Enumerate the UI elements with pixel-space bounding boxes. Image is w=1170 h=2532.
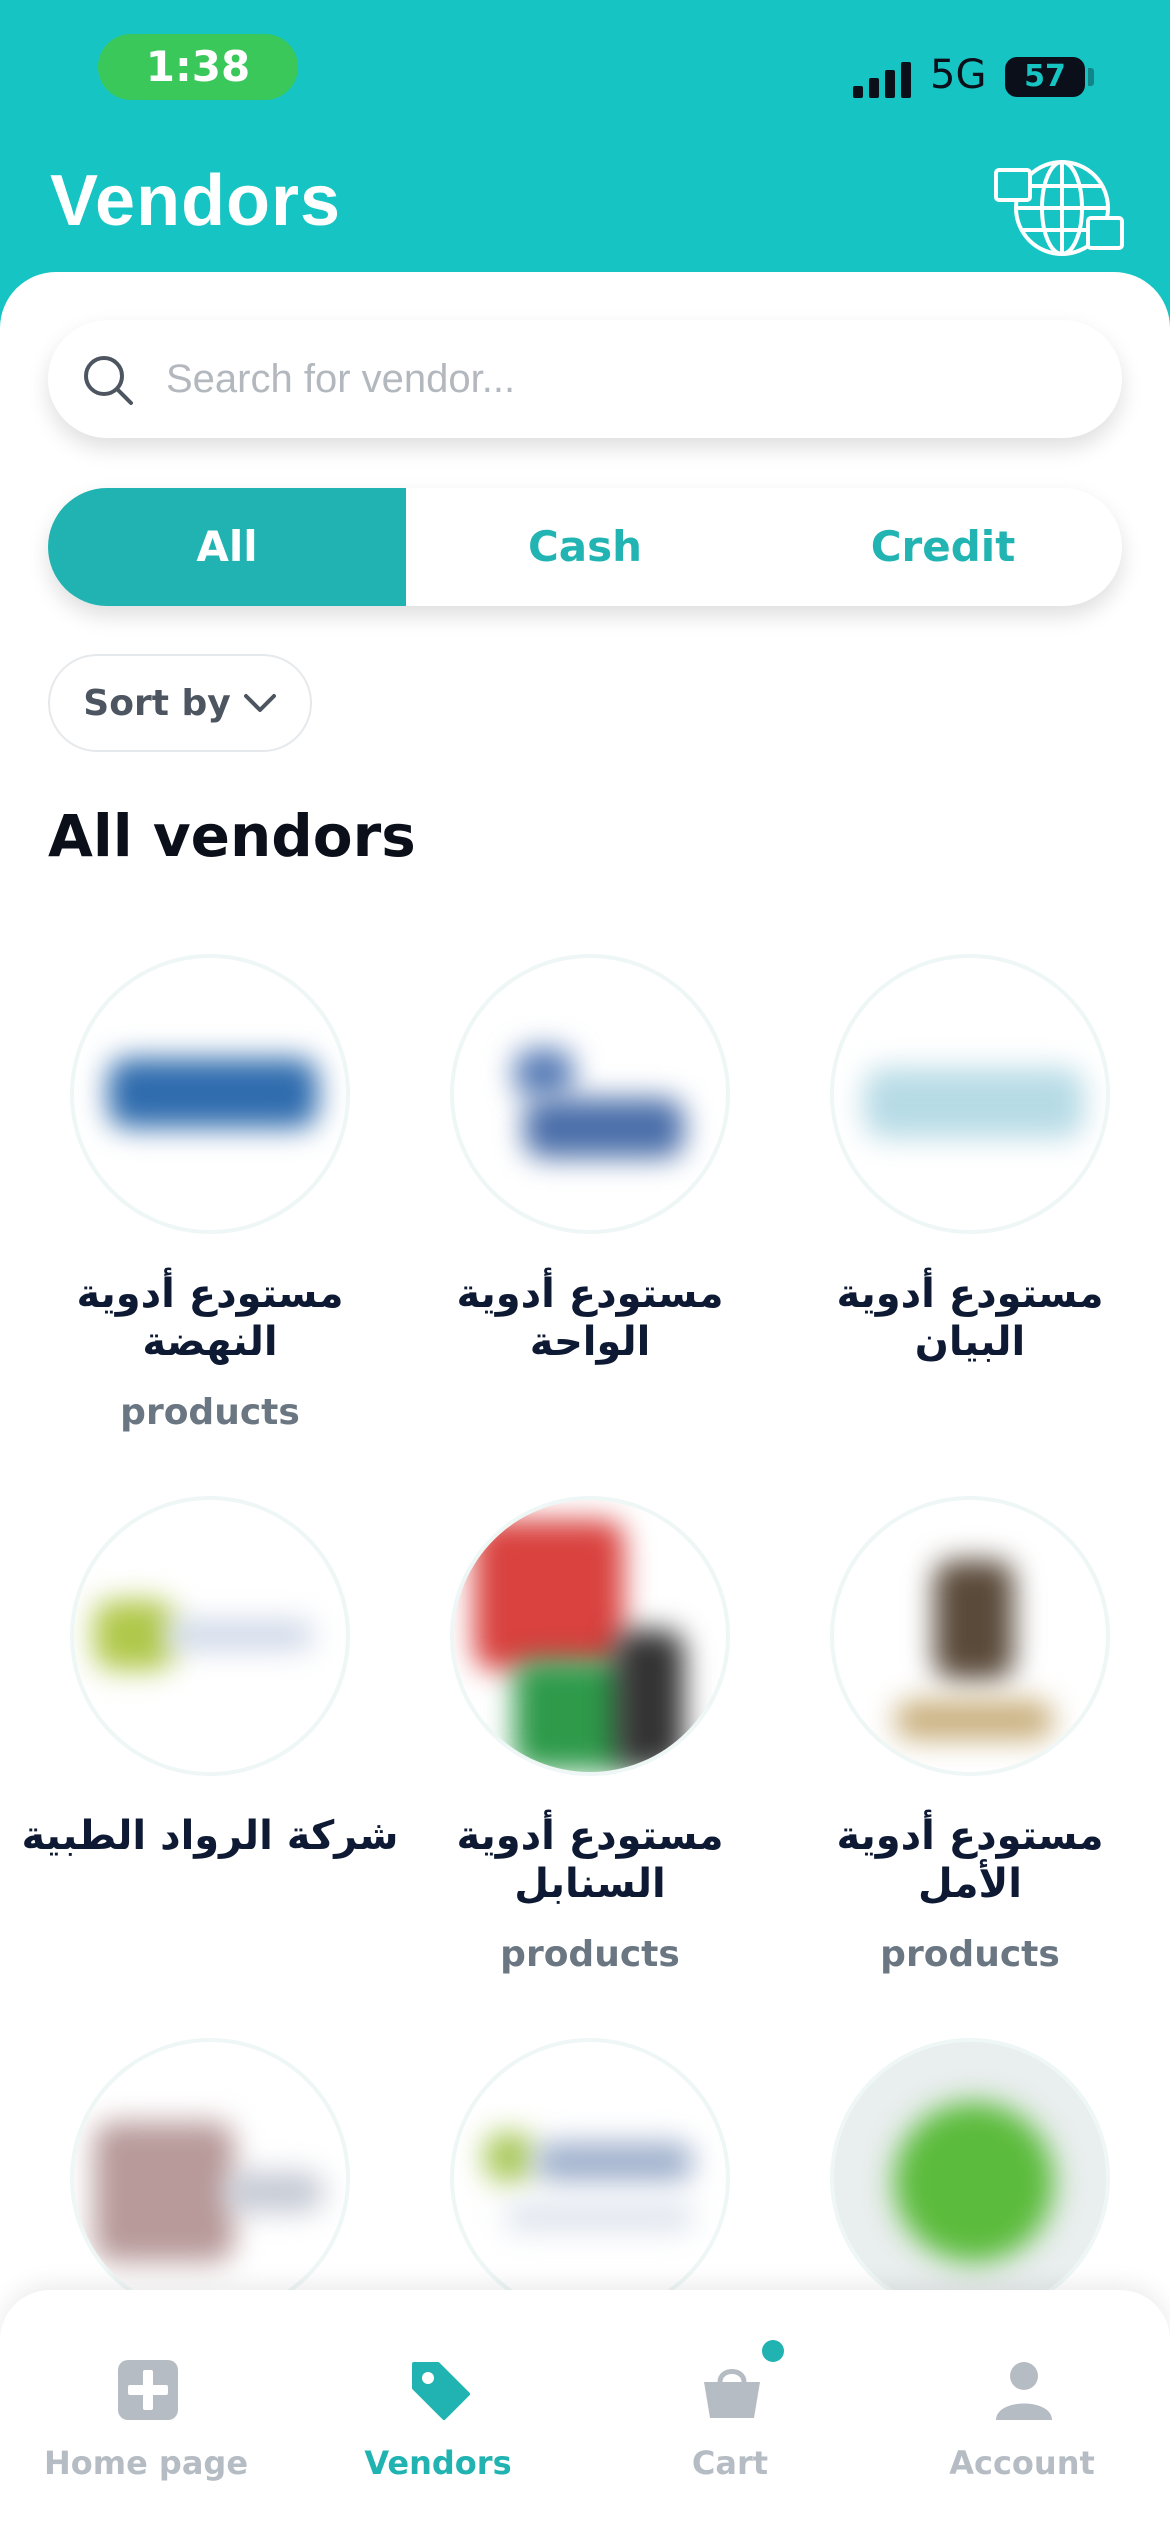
vendor-card[interactable]: مستودع أدوية السنابل products [400, 1496, 780, 1975]
content-sheet: All Cash Credit Sort by All vendors مستو… [0, 272, 1170, 2532]
chevron-down-icon [243, 694, 276, 712]
nav-vendors[interactable]: Vendors [292, 2290, 584, 2532]
section-title: All vendors [48, 802, 416, 870]
tab-all[interactable]: All [48, 488, 406, 606]
vendor-card[interactable]: مستودع أدوية الواحة [400, 954, 780, 1392]
vendor-logo [450, 1496, 730, 1776]
vendor-name: مستودع أدوية الواحة [456, 1271, 724, 1365]
tab-credit[interactable]: Credit [764, 488, 1122, 606]
page-title: Vendors [50, 161, 342, 241]
nav-home-label: Home page [43, 2444, 249, 2482]
vendor-name: مستودع أدوية النهضة [76, 1271, 344, 1365]
sort-by-label: Sort by [83, 682, 231, 724]
tag-icon [412, 2362, 470, 2420]
vendor-logo [830, 1496, 1110, 1776]
nav-account[interactable]: Account [876, 2290, 1168, 2532]
nav-cart-label: Cart [691, 2444, 769, 2482]
battery-tip [1088, 68, 1094, 86]
basket-icon [704, 2369, 760, 2418]
vendor-logo [830, 954, 1110, 1234]
vendor-subtitle: products [880, 1934, 1060, 1975]
vendor-logo [70, 2038, 350, 2318]
vendor-logo [830, 2038, 1110, 2318]
vendor-card[interactable] [780, 2038, 1160, 2318]
person-icon [996, 2362, 1052, 2420]
sort-by-button[interactable]: Sort by [48, 654, 312, 752]
network-label: 5G [930, 52, 987, 98]
nav-home[interactable]: Home page [0, 2290, 292, 2532]
vendor-card[interactable]: مستودع أدوية البيان [780, 954, 1160, 1392]
signal-icon [853, 62, 911, 98]
nav-cart[interactable]: Cart [584, 2290, 876, 2532]
vendor-card[interactable]: شركة الرواد الطبية [20, 1496, 400, 1886]
vendor-name: مستودع أدوية الأمل [836, 1813, 1104, 1907]
vendor-logo [70, 1496, 350, 1776]
vendor-card[interactable] [20, 2038, 400, 2318]
cart-badge [762, 2340, 784, 2362]
vendor-name: مستودع أدوية السنابل [456, 1813, 724, 1907]
search-icon [84, 356, 133, 405]
nav-vendors-label: Vendors [364, 2444, 512, 2482]
vendor-subtitle: products [500, 1934, 680, 1975]
vendor-logo [70, 954, 350, 1234]
globe-language-icon [994, 160, 1124, 256]
payment-filter: All Cash Credit [48, 488, 1122, 606]
status-time: 1:38 [98, 34, 298, 100]
vendor-logo [450, 954, 730, 1234]
vendor-subtitle: products [120, 1392, 300, 1433]
plus-square-icon [118, 2360, 178, 2420]
vendor-name: شركة الرواد الطبية [21, 1813, 399, 1859]
search-bar[interactable] [48, 320, 1122, 438]
battery-icon: 57 [1005, 57, 1085, 97]
tab-cash[interactable]: Cash [406, 488, 764, 606]
bottom-navigation: Home page Vendors Cart Account [0, 2290, 1170, 2532]
vendor-card[interactable]: مستودع أدوية النهضة products [20, 954, 400, 1433]
nav-account-label: Account [949, 2444, 1095, 2482]
vendor-card[interactable]: مستودع أدوية الأمل products [780, 1496, 1160, 1975]
vendor-name: مستودع أدوية البيان [836, 1271, 1104, 1365]
search-input[interactable] [166, 340, 1066, 418]
vendor-card[interactable] [400, 2038, 780, 2318]
vendor-logo [450, 2038, 730, 2318]
language-button[interactable] [992, 152, 1126, 264]
status-bar: 1:38 5G 57 [0, 0, 1170, 140]
